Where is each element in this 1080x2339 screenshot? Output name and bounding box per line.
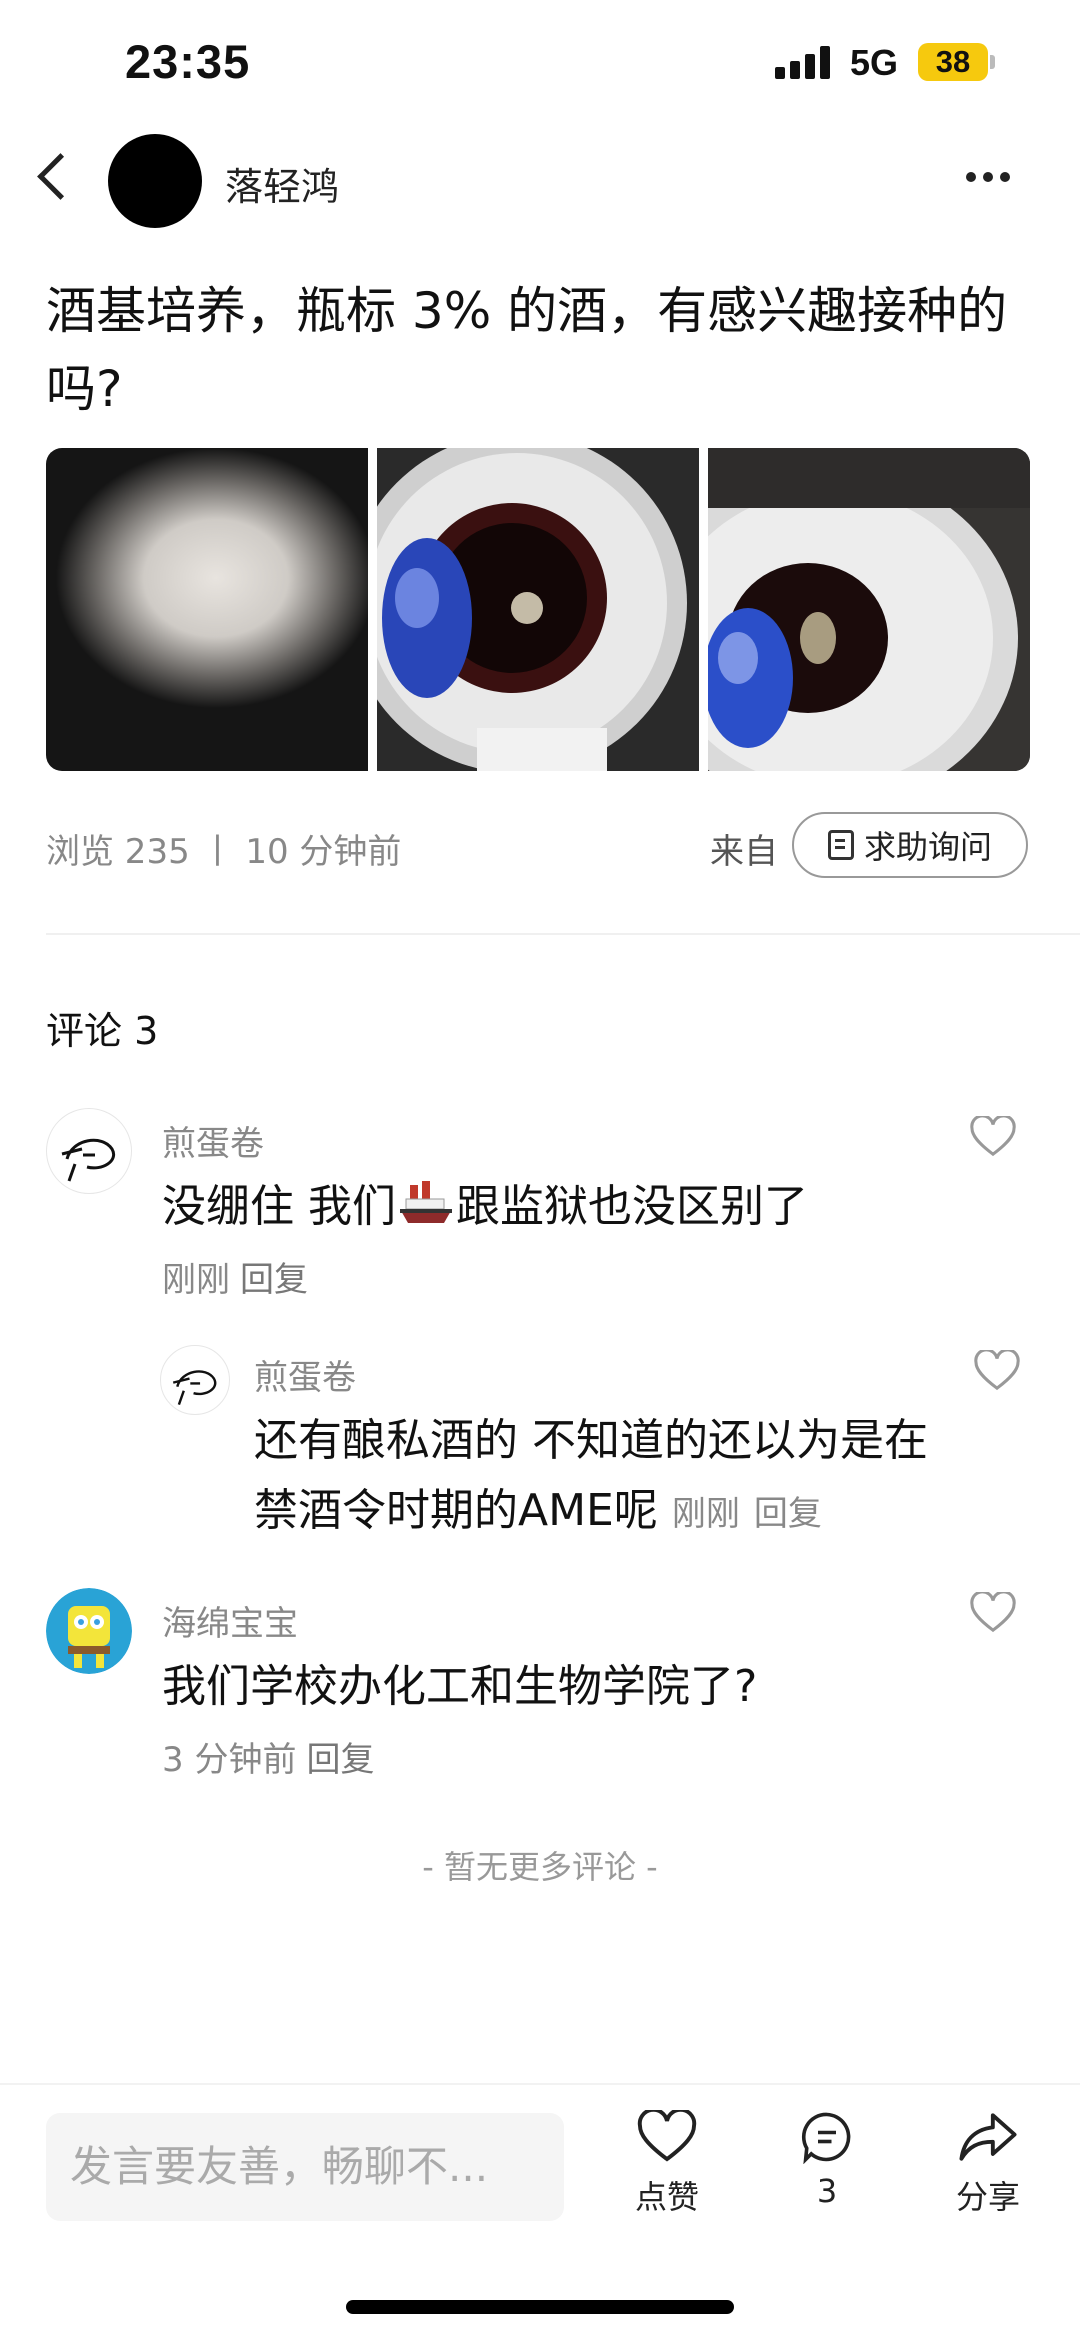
status-time: 23:35: [125, 35, 251, 88]
home-indicator[interactable]: [346, 2300, 734, 2314]
reply-button[interactable]: 回复: [240, 1260, 308, 1300]
share-icon: [959, 2113, 1017, 2161]
avatar[interactable]: [160, 1345, 230, 1415]
post-meta: 浏览 235 丨 10 分钟前: [46, 832, 402, 872]
comment-text: 没绷住 我们 跟监狱也没区别了: [162, 1179, 808, 1232]
battery-icon: 38: [918, 43, 988, 81]
network-type: 5G: [850, 42, 899, 83]
heart-icon: [637, 2110, 697, 2162]
comment-meta: 3 分钟前 回复: [162, 1740, 375, 1780]
comments-count-title: 评论 3: [46, 1009, 159, 1053]
comment-author[interactable]: 煎蛋卷: [254, 1350, 356, 1399]
comment-meta: 刚刚 回复: [162, 1260, 308, 1300]
more-options-icon[interactable]: [966, 172, 1010, 182]
like-comment-icon[interactable]: [970, 1592, 1016, 1634]
comment-author[interactable]: 煎蛋卷: [162, 1116, 264, 1165]
bottom-divider: [0, 2083, 1080, 2085]
document-icon: [827, 830, 854, 860]
like-comment-icon[interactable]: [974, 1350, 1020, 1392]
avatar[interactable]: [46, 1108, 132, 1194]
comment-text: 还有酿私酒的 不知道的还以为是在: [254, 1415, 928, 1466]
post-title: 酒基培养，瓶标 3% 的酒，有感兴趣接种的吗?: [46, 282, 1008, 418]
signal-icon: [775, 45, 835, 79]
comment-author[interactable]: 海绵宝宝: [162, 1596, 298, 1645]
author-avatar[interactable]: [108, 134, 202, 228]
avatar[interactable]: [46, 1588, 132, 1674]
like-comment-icon[interactable]: [970, 1116, 1016, 1158]
ship-emoji-icon: [396, 1179, 456, 1229]
reply-button[interactable]: 回复: [754, 1494, 822, 1534]
comment-button[interactable]: 3: [767, 2110, 887, 2210]
battery-tip: [990, 55, 995, 69]
source-category-button[interactable]: 求助询问: [792, 812, 1028, 878]
divider: [46, 933, 1080, 935]
author-name[interactable]: 落轻鸿: [225, 156, 339, 211]
reply-button[interactable]: 回复: [306, 1740, 374, 1780]
post-image-1[interactable]: [46, 448, 368, 771]
comment-text-line2: 禁酒令时期的AME呢 刚刚 回复: [254, 1485, 822, 1536]
no-more-comments: - 暂无更多评论 -: [422, 1848, 658, 1886]
from-label: 来自: [710, 832, 778, 872]
comment-text: 我们学校办化工和生物学院了?: [162, 1661, 758, 1712]
post-image-2[interactable]: [377, 448, 699, 771]
source-category-label: 求助询问: [863, 828, 992, 866]
post-image-3[interactable]: [708, 448, 1030, 771]
back-icon[interactable]: [37, 153, 84, 200]
like-button[interactable]: 点赞: [607, 2110, 727, 2218]
share-button[interactable]: 分享: [928, 2110, 1048, 2218]
comment-icon: [801, 2112, 851, 2164]
comment-input[interactable]: 发言要友善，畅聊不...: [46, 2113, 564, 2221]
